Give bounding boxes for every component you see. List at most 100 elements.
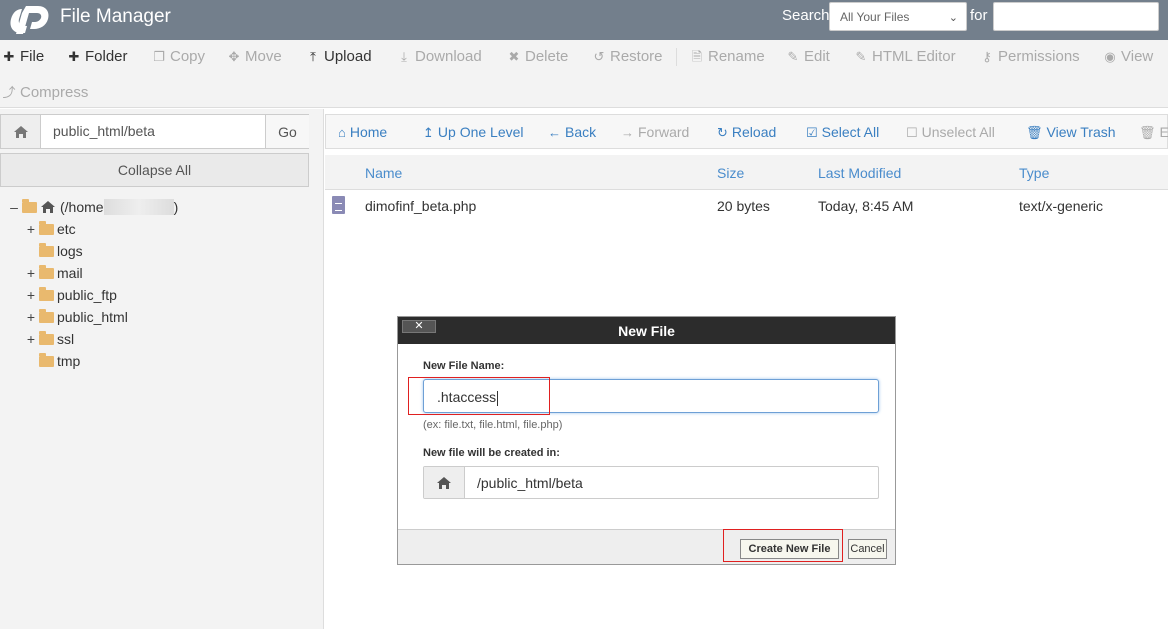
- delete-label: Delete: [525, 48, 569, 65]
- tree-item-label: etc: [57, 221, 76, 237]
- unselect-all-button[interactable]: ☐ Unselect All: [906, 124, 995, 141]
- cancel-button[interactable]: Cancel: [848, 539, 887, 559]
- back-button[interactable]: ← Back: [548, 124, 596, 140]
- empty-trash-button[interactable]: 🗑Em: [1139, 124, 1168, 141]
- highlight-box-create-button: [723, 529, 843, 562]
- tree-root-label-prefix: (/home: [60, 199, 104, 215]
- up-one-level-label: Up One Level: [437, 124, 524, 140]
- search-scope-value: All Your Files: [840, 10, 910, 24]
- tree-root[interactable]: – (/home ): [8, 198, 179, 215]
- cpanel-logo-icon: [10, 6, 49, 34]
- trash-icon: 🗑: [1139, 125, 1156, 140]
- location-label: New file will be created in:: [423, 447, 560, 459]
- column-type[interactable]: Type: [1019, 165, 1049, 181]
- copy-label: Copy: [170, 48, 206, 65]
- delete-button[interactable]: ✖ Delete: [507, 48, 569, 65]
- permissions-label: Permissions: [998, 48, 1080, 65]
- location-value[interactable]: /public_html/beta: [477, 475, 583, 491]
- tree-item-public-ftp[interactable]: + public_ftp: [25, 286, 117, 303]
- move-button[interactable]: ✥ Move: [227, 48, 282, 65]
- home-icon: [424, 467, 465, 498]
- search-scope-select[interactable]: All Your Files ⌄: [829, 2, 967, 31]
- tree-root-label-suffix: ): [173, 199, 179, 215]
- select-all-button[interactable]: ☑ Select All: [806, 124, 879, 141]
- edit-button[interactable]: ✎ Edit: [786, 48, 830, 65]
- expand-icon[interactable]: +: [25, 287, 37, 303]
- home-icon[interactable]: [1, 115, 41, 148]
- new-folder-label: Folder: [85, 48, 128, 65]
- tree-item-tmp[interactable]: tmp: [37, 352, 80, 369]
- column-name[interactable]: Name: [365, 165, 402, 181]
- go-button[interactable]: Go: [265, 115, 309, 148]
- expand-icon[interactable]: +: [25, 331, 37, 347]
- restore-icon: ↺: [593, 49, 605, 64]
- new-file-button[interactable]: ✚ File: [2, 48, 45, 65]
- folder-icon: [39, 330, 54, 345]
- home-icon: ⌂: [338, 125, 346, 140]
- view-trash-button[interactable]: 🗑 View Trash: [1026, 124, 1116, 141]
- edit-label: Edit: [804, 48, 830, 65]
- new-file-label: File: [20, 48, 45, 65]
- location-field: /public_html/beta: [423, 466, 879, 499]
- collapse-icon[interactable]: –: [8, 199, 20, 215]
- directory-tree-panel: public_html/beta Go Collapse All – (/hom…: [0, 109, 324, 629]
- move-icon: ✥: [228, 49, 240, 64]
- reload-button[interactable]: ↻ Reload: [717, 124, 776, 141]
- expand-icon[interactable]: +: [25, 309, 37, 325]
- copy-button[interactable]: ❐ Copy: [152, 48, 205, 65]
- column-last-modified[interactable]: Last Modified: [818, 165, 901, 181]
- collapse-all-button[interactable]: Collapse All: [0, 153, 309, 187]
- arrow-right-icon: →: [621, 125, 634, 140]
- html-editor-button[interactable]: ✎ HTML Editor: [854, 48, 956, 65]
- restore-button[interactable]: ↺ Restore: [592, 48, 663, 65]
- path-bar: public_html/beta Go: [0, 114, 309, 149]
- forward-button[interactable]: → Forward: [621, 124, 689, 140]
- view-label: View: [1121, 48, 1154, 65]
- up-one-level-button[interactable]: ↥ Up One Level: [423, 124, 524, 141]
- unselect-all-label: Unselect All: [921, 124, 995, 140]
- checkbox-checked-icon: ☑: [806, 125, 818, 140]
- expand-icon[interactable]: +: [25, 221, 37, 237]
- table-row[interactable]: dimofinf_beta.php 20 bytes Today, 8:45 A…: [325, 191, 1168, 221]
- tree-item-mail[interactable]: + mail: [25, 264, 83, 281]
- folder-open-icon: [22, 198, 37, 213]
- tree-item-logs[interactable]: logs: [37, 242, 83, 259]
- tree-item-etc[interactable]: + etc: [25, 220, 76, 237]
- expand-icon[interactable]: +: [25, 265, 37, 281]
- copy-icon: ❐: [153, 49, 165, 64]
- search-input[interactable]: [993, 2, 1159, 31]
- tree-item-ssl[interactable]: + ssl: [25, 330, 74, 347]
- download-button[interactable]: ⤓ Download: [397, 48, 482, 65]
- compress-button[interactable]: ⤴ Compress: [2, 82, 88, 101]
- column-size[interactable]: Size: [717, 165, 744, 181]
- upload-icon: ⤒: [310, 49, 316, 64]
- folder-icon: [39, 264, 54, 279]
- nav-home-button[interactable]: ⌂ Home: [338, 124, 387, 140]
- nav-home-label: Home: [349, 124, 388, 140]
- back-label: Back: [565, 124, 597, 140]
- file-icon: 🗎: [691, 49, 703, 64]
- folder-icon: [39, 286, 54, 301]
- home-icon: [41, 201, 55, 213]
- text-file-icon: [332, 196, 345, 214]
- permissions-button[interactable]: ⚷ Permissions: [980, 48, 1080, 65]
- new-folder-button[interactable]: ✚ Folder: [67, 48, 128, 65]
- view-button[interactable]: ◉ View: [1103, 48, 1153, 65]
- top-header: File Manager Search All Your Files ⌄ for: [0, 0, 1168, 40]
- action-toolbar: ✚ File ✚ Folder ❐ Copy ✥ Move ⤒ Upload ⤓ Downl…: [0, 40, 1168, 108]
- app-title: File Manager: [60, 6, 171, 27]
- dialog-titlebar: New File ✕: [398, 317, 895, 344]
- compress-icon: ⤴: [2, 85, 16, 100]
- plus-icon: ✚: [3, 49, 15, 64]
- folder-icon: [39, 308, 54, 323]
- path-input[interactable]: public_html/beta: [53, 123, 155, 139]
- reload-icon: ↻: [717, 125, 728, 140]
- tree-item-public-html[interactable]: + public_html: [25, 308, 128, 325]
- rename-button[interactable]: 🗎 Rename: [690, 48, 765, 70]
- upload-button[interactable]: ⤒ Upload: [306, 48, 371, 65]
- redacted-username: [103, 199, 174, 215]
- close-icon[interactable]: ✕: [402, 320, 436, 333]
- x-icon: ✖: [508, 49, 520, 64]
- search-label: Search: [782, 7, 830, 24]
- view-trash-label: View Trash: [1046, 124, 1116, 140]
